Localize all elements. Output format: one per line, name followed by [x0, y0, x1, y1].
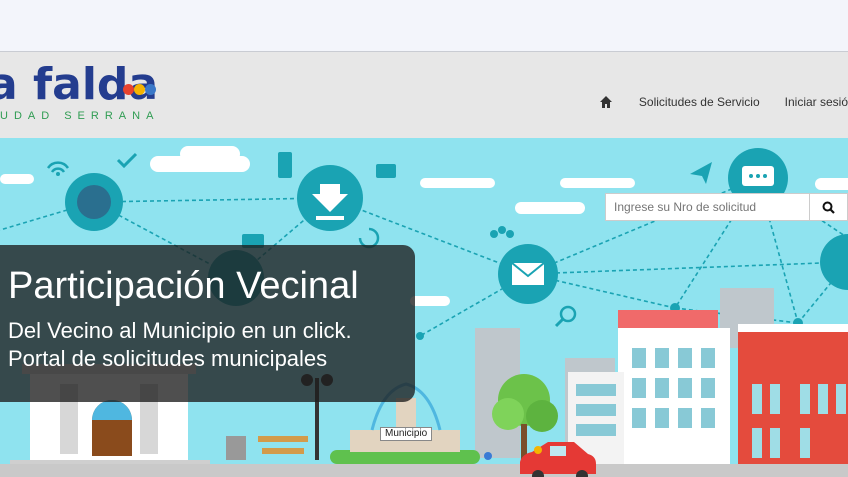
municipio-tooltip: Municipio	[380, 427, 433, 441]
logo-dot-red	[123, 84, 134, 95]
hero-title: Participación Vecinal	[8, 265, 359, 307]
search-icon	[822, 201, 835, 214]
hero-banner: Participación Vecinal Del Vecino al Muni…	[0, 138, 848, 477]
hero-caption: Participación Vecinal Del Vecino al Muni…	[0, 245, 415, 402]
solicitud-search-input[interactable]	[606, 194, 810, 220]
site-logo[interactable]: a falda UDAD SERRANA	[0, 62, 170, 123]
logo-dot-yellow	[134, 84, 145, 95]
hero-subtitle-2: Portal de solicitudes municipales	[8, 346, 328, 371]
search-form	[605, 193, 848, 221]
logo-dot-blue	[145, 84, 156, 95]
nav-iniciar-sesion[interactable]: Iniciar sesió	[785, 95, 848, 109]
hero-subtitle-1: Del Vecino al Municipio en un click.	[8, 318, 352, 343]
search-button[interactable]	[809, 194, 847, 220]
browser-chrome	[0, 0, 848, 52]
logo-tagline: UDAD SERRANA	[0, 110, 160, 122]
main-nav: Solicitudes de Servicio Iniciar sesió	[599, 92, 848, 112]
nav-solicitudes-servicio[interactable]: Solicitudes de Servicio	[639, 95, 760, 109]
home-icon[interactable]	[599, 95, 613, 109]
site-header: a falda UDAD SERRANA Solicitudes de Serv…	[0, 52, 848, 138]
